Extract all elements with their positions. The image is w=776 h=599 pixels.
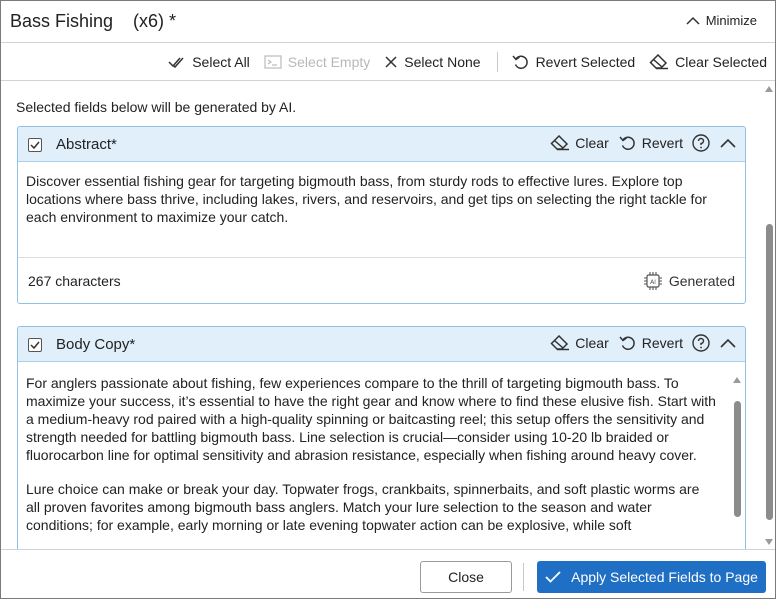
title-bar: Bass Fishing (x6) * Minimize (1, 1, 775, 43)
eraser-icon (550, 135, 570, 151)
body-copy-revert-label: Revert (641, 335, 683, 351)
body-copy-actions: Clear Revert (540, 333, 737, 353)
abstract-revert-label: Revert (641, 135, 683, 151)
generated-label: Generated (668, 273, 735, 289)
select-empty-label: Select Empty (287, 54, 371, 70)
clear-selected-label: Clear Selected (675, 54, 767, 70)
abstract-clear-label: Clear (575, 135, 609, 151)
abstract-help-icon[interactable] (691, 133, 711, 153)
undo-icon (619, 336, 635, 350)
body-copy-paragraph: For anglers passionate about fishing, fe… (26, 375, 716, 463)
undo-icon (511, 55, 528, 69)
apply-label: Apply Selected Fields to Page (571, 569, 758, 585)
undo-icon (619, 136, 635, 150)
abstract-char-count: 267 characters (28, 273, 121, 289)
eraser-icon (550, 335, 570, 351)
toolbar-divider (496, 52, 498, 72)
content-area: Selected fields below will be generated … (1, 82, 775, 549)
ai-notice: Selected fields below will be generated … (16, 99, 297, 115)
clear-selected-button[interactable]: Clear Selected (649, 54, 767, 70)
scroll-up-icon[interactable] (765, 86, 773, 92)
close-button[interactable]: Close (420, 561, 512, 593)
select-all-label: Select All (192, 54, 250, 70)
footer-divider (523, 563, 524, 591)
revert-selected-button[interactable]: Revert Selected (511, 54, 636, 70)
generated-status: AI Generated (643, 271, 735, 291)
double-check-icon (168, 57, 184, 69)
abstract-title: Abstract* (56, 136, 117, 153)
apply-selected-fields-button[interactable]: Apply Selected Fields to Page (537, 561, 766, 593)
select-empty-button[interactable]: Select Empty (264, 54, 370, 70)
dialog-title: Bass Fishing (x6) * (10, 11, 177, 31)
checkmark-icon (545, 571, 561, 583)
select-all-button[interactable]: Select All (168, 54, 250, 70)
abstract-panel: Abstract* Clear Revert Discover essentia… (17, 126, 746, 304)
body-copy-scrollbar[interactable] (731, 373, 743, 517)
body-copy-panel: Body Copy* Clear Revert For anglers pass… (17, 326, 746, 549)
scroll-thumb[interactable] (766, 224, 773, 520)
abstract-actions: Clear Revert (540, 133, 737, 153)
minimize-button[interactable]: Minimize (686, 13, 757, 28)
body-copy-revert-button[interactable]: Revert (619, 335, 683, 351)
dialog-window: Bass Fishing (x6) * Minimize Select All … (0, 0, 776, 599)
scroll-down-icon[interactable] (765, 539, 773, 545)
scroll-up-icon[interactable] (733, 377, 741, 383)
body-copy-clear-button[interactable]: Clear (550, 335, 609, 351)
abstract-footer: 267 characters AI Generated (18, 257, 745, 303)
chevron-up-icon (686, 16, 700, 25)
minimize-label: Minimize (705, 13, 757, 28)
terminal-box-icon (264, 55, 282, 69)
eraser-icon (649, 54, 669, 70)
select-none-label: Select None (404, 54, 481, 70)
toolbar: Select All Select Empty Select None Reve… (1, 44, 775, 81)
ai-chip-icon: AI (643, 272, 662, 290)
body-copy-collapse-icon[interactable] (719, 337, 737, 349)
abstract-clear-button[interactable]: Clear (550, 135, 609, 151)
body-copy-title: Body Copy* (56, 336, 136, 353)
revert-selected-label: Revert Selected (535, 54, 636, 70)
checkmark-icon (30, 141, 40, 150)
abstract-checkbox[interactable] (28, 138, 42, 152)
body-copy-text[interactable]: For anglers passionate about fishing, fe… (18, 362, 745, 548)
abstract-text[interactable]: Discover essential fishing gear for targ… (18, 162, 745, 226)
abstract-collapse-icon[interactable] (719, 137, 737, 149)
abstract-panel-header: Abstract* Clear Revert (18, 127, 745, 162)
select-none-button[interactable]: Select None (384, 54, 481, 70)
abstract-revert-button[interactable]: Revert (619, 135, 683, 151)
dialog-footer: Close Apply Selected Fields to Page (1, 549, 775, 598)
body-copy-panel-header: Body Copy* Clear Revert (18, 327, 745, 362)
close-icon (385, 56, 397, 68)
body-copy-paragraph: Lure choice can make or break your day. … (26, 481, 700, 533)
scroll-thumb[interactable] (734, 401, 741, 517)
content-scrollbar[interactable] (763, 82, 775, 549)
body-copy-help-icon[interactable] (691, 333, 711, 353)
checkmark-icon (30, 341, 40, 350)
svg-text:AI: AI (650, 279, 656, 286)
body-copy-clear-label: Clear (575, 335, 609, 351)
body-copy-checkbox[interactable] (28, 338, 42, 352)
